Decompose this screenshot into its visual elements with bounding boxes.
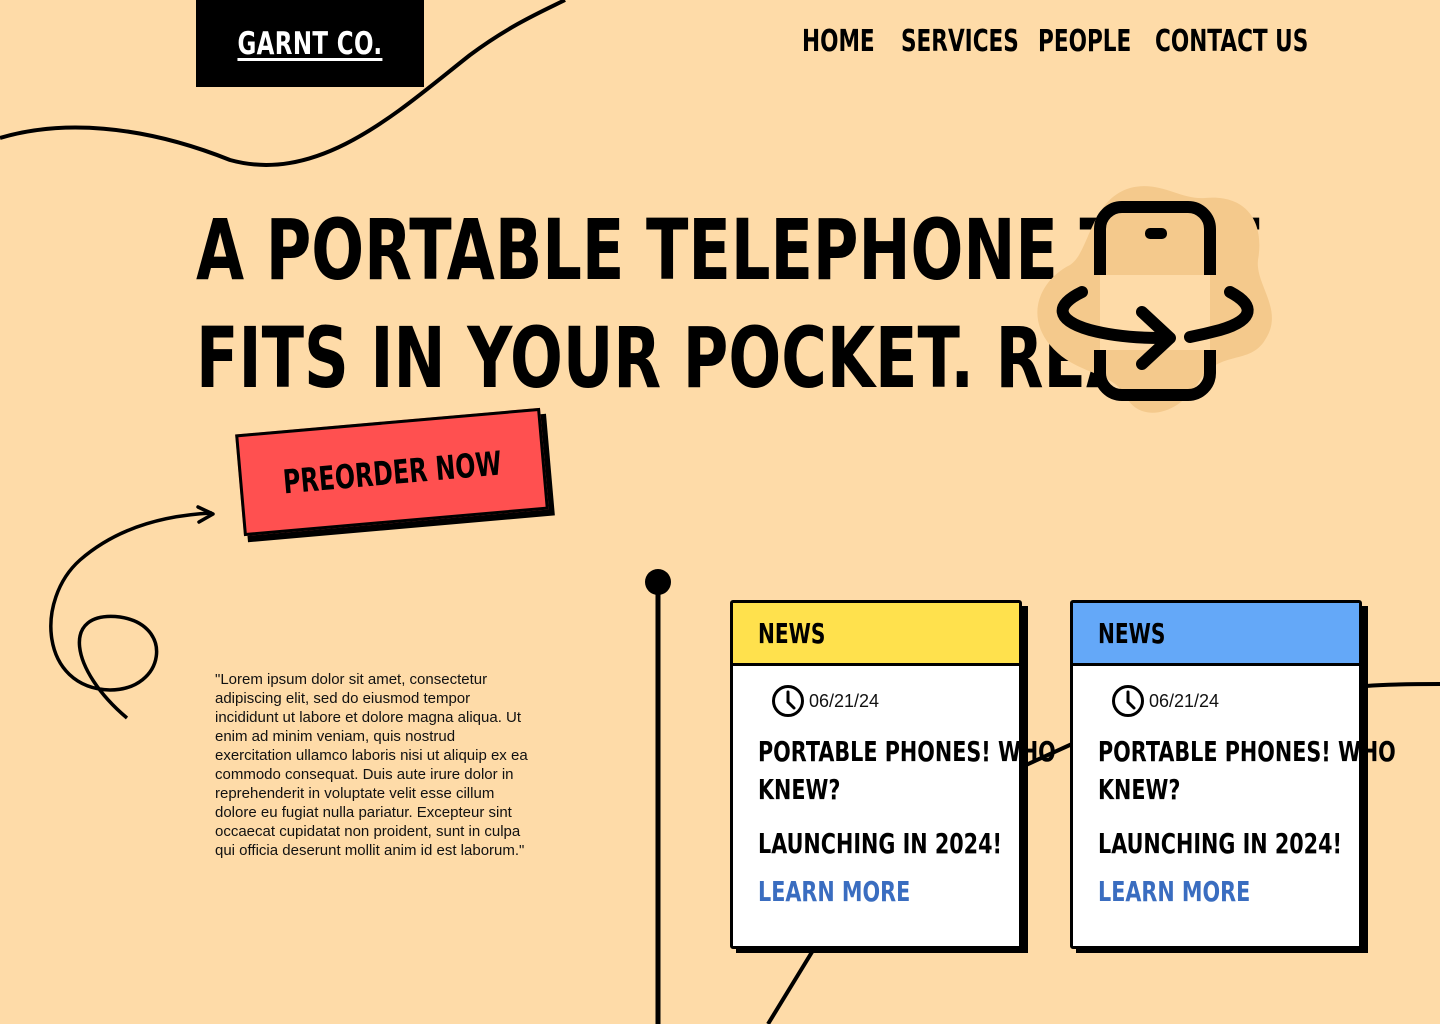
- news-date: 06/21/24: [771, 684, 879, 718]
- clock-icon: [1112, 685, 1144, 717]
- news-title-line-2: KNEW?: [1098, 773, 1181, 806]
- brand-logo[interactable]: GARNT CO.: [238, 26, 383, 62]
- loop-arrow-line: [49, 511, 213, 720]
- testimonial-quote: "Lorem ipsum dolor sit amet, consectetur…: [215, 671, 528, 859]
- learn-more-link[interactable]: LEARN MORE: [1098, 873, 1250, 911]
- hero-heading: A PORTABLE TELEPHONE THAT FITS IN YOUR P…: [196, 196, 1260, 412]
- news-date-text: 06/21/24: [1149, 690, 1220, 711]
- news-subtitle: LAUNCHING IN 2024!: [1098, 827, 1342, 860]
- connector-line-c: [766, 950, 814, 1024]
- nav-contact-us[interactable]: CONTACT US: [1155, 22, 1308, 62]
- nav-home[interactable]: HOME: [802, 22, 875, 62]
- news-tag: NEWS: [758, 616, 826, 650]
- news-card: NEWS 06/21/24 PORTABLE PHONES! WHO KNEW?…: [1070, 600, 1396, 949]
- loop-arrow-head: [196, 505, 215, 524]
- news-title: PORTABLE PHONES! WHO KNEW?: [1098, 733, 1396, 809]
- nav-services[interactable]: SERVICES: [901, 22, 1019, 62]
- news-date: 06/21/24: [1111, 684, 1219, 718]
- phone-rotate-icon: [1030, 180, 1280, 420]
- news-date-text: 06/21/24: [809, 690, 880, 711]
- connector-line-b: [1365, 682, 1440, 688]
- news-tag: NEWS: [1098, 616, 1166, 650]
- news-title-line-1: PORTABLE PHONES! WHO: [758, 735, 1056, 768]
- learn-more-link[interactable]: LEARN MORE: [758, 873, 910, 911]
- logo-box[interactable]: GARNT CO.: [196, 0, 424, 87]
- main-nav: HOME SERVICES PEOPLE CONTACT US: [790, 22, 1308, 66]
- clock-icon: [772, 685, 804, 717]
- news-title-line-2: KNEW?: [758, 773, 841, 806]
- timeline-dot: [645, 569, 671, 595]
- news-title-line-1: PORTABLE PHONES! WHO: [1098, 735, 1396, 768]
- news-card-header: NEWS: [1073, 603, 1359, 666]
- nav-people[interactable]: PEOPLE: [1038, 22, 1131, 62]
- news-card-header: NEWS: [733, 603, 1019, 666]
- news-title: PORTABLE PHONES! WHO KNEW?: [758, 733, 1056, 809]
- news-card: NEWS 06/21/24 PORTABLE PHONES! WHO KNEW?…: [730, 600, 1056, 949]
- preorder-label: PREORDER NOW: [281, 443, 503, 501]
- news-subtitle: LAUNCHING IN 2024!: [758, 827, 1002, 860]
